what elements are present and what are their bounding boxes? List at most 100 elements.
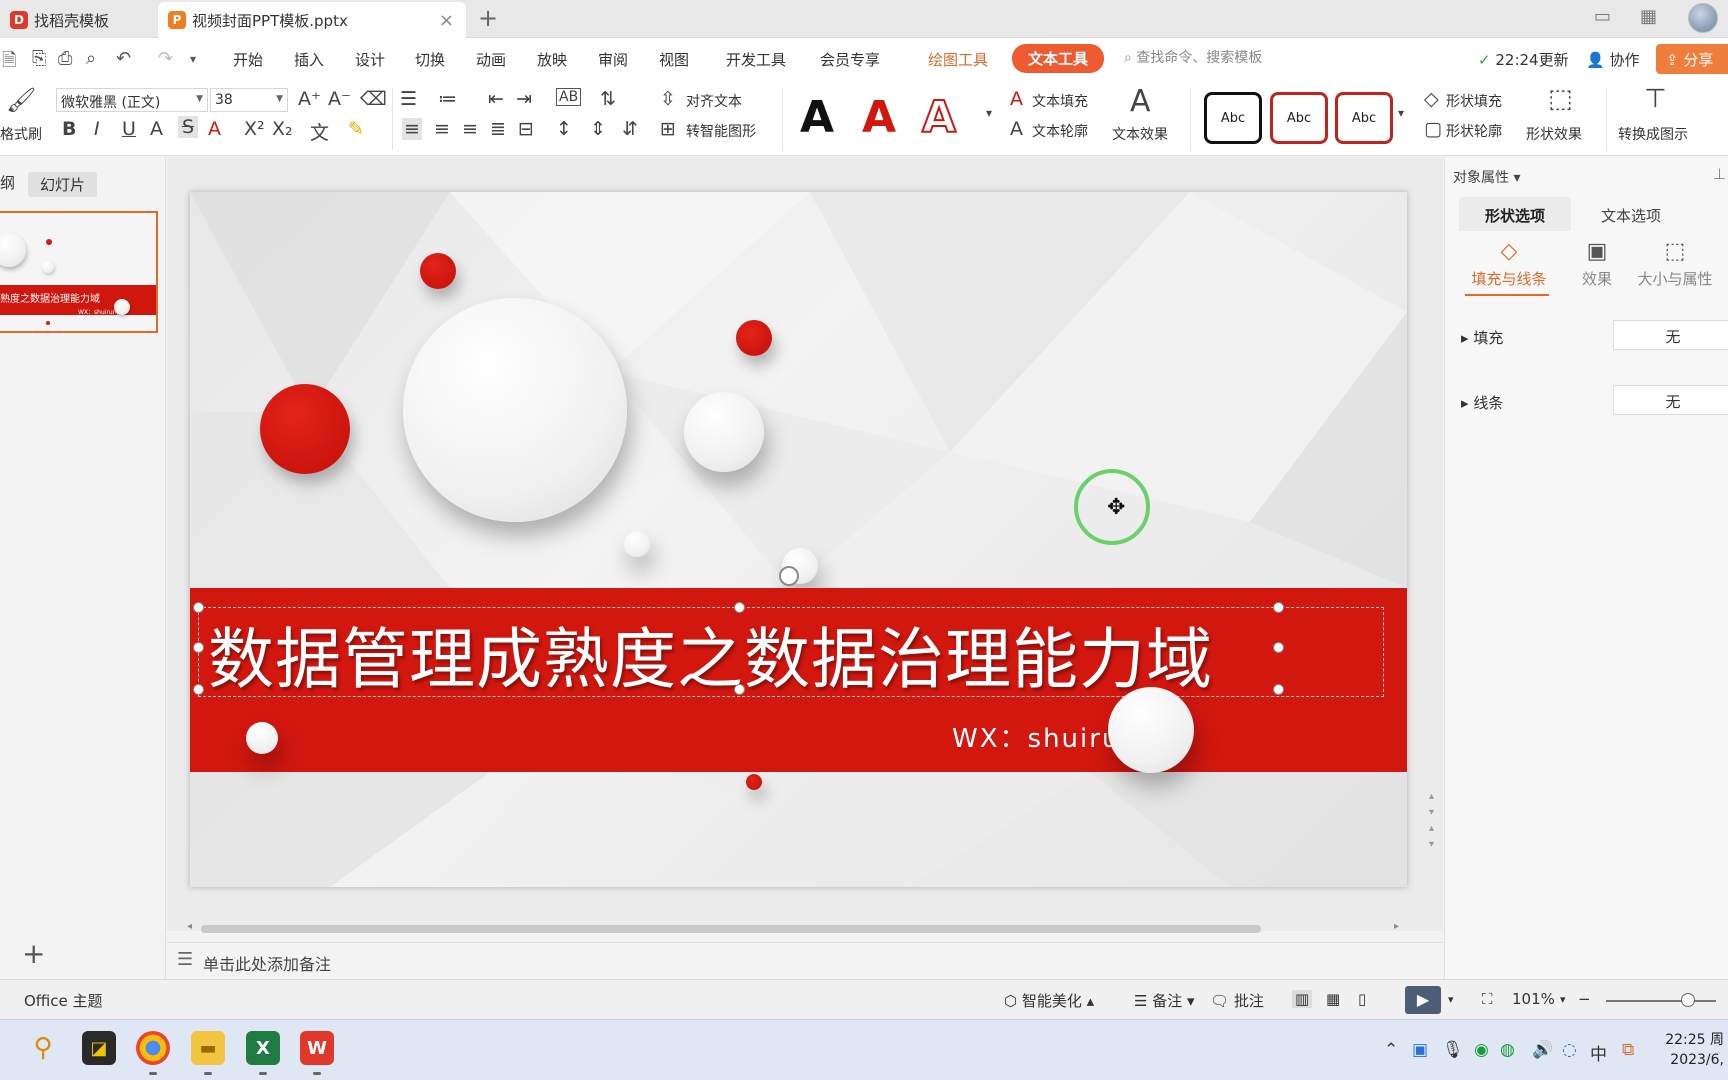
white-circle-medium[interactable] (1108, 687, 1194, 773)
vertical-scroll-arrows[interactable]: ▴ ▾ ▴ ▾ (1429, 789, 1434, 853)
new-tab-icon[interactable]: + (478, 4, 498, 32)
more-styles-icon[interactable]: ▾ (986, 106, 992, 120)
to-smart-graphic-button[interactable]: 转智能图形 (686, 121, 756, 141)
text-selection-box[interactable] (198, 607, 1384, 697)
red-circle-medium[interactable] (260, 384, 350, 474)
sync-icon[interactable]: ◉ (1474, 1040, 1489, 1060)
format-painter-label[interactable]: 格式刷 (0, 124, 42, 144)
underline-icon[interactable]: U (122, 118, 136, 140)
resize-handle[interactable] (734, 602, 745, 613)
text-effect-button[interactable]: 文本效果 (1112, 124, 1168, 144)
close-icon[interactable]: × (439, 10, 454, 31)
white-circle-medium[interactable] (684, 392, 764, 472)
meeting-icon[interactable]: ▣ (1412, 1040, 1428, 1060)
scroll-left-icon[interactable]: ◂ (187, 921, 192, 932)
phonetic-icon[interactable]: 文 (310, 118, 329, 145)
line-section-toggle[interactable]: ▸ 线条 (1461, 392, 1503, 413)
command-search[interactable]: ⌕ 查找命令、搜索模板 (1124, 47, 1354, 71)
collaborate-button[interactable]: 👤 协作 (1586, 49, 1639, 70)
zoom-slider-knob[interactable] (1681, 993, 1695, 1007)
avatar[interactable] (1688, 3, 1718, 33)
resize-handle[interactable] (193, 684, 204, 695)
superscript-icon[interactable]: X² (244, 118, 265, 140)
microphone-icon[interactable]: 🎙 (1442, 1040, 1464, 1060)
undo-icon[interactable]: ↶ (116, 48, 131, 69)
comments-toggle[interactable]: 🗨 批注 (1210, 990, 1264, 1011)
tab-text-options[interactable]: 文本选项 (1575, 197, 1687, 231)
text-direction-icon[interactable]: AB (556, 88, 582, 106)
red-dot-small[interactable] (420, 253, 456, 289)
chevron-up-icon[interactable]: ⌃ (1384, 1040, 1398, 1060)
fill-value-select[interactable]: 无 (1613, 320, 1728, 350)
normal-view-icon[interactable]: ▥ (1292, 990, 1313, 1008)
text-effect-icon[interactable]: A (1130, 84, 1151, 119)
preview-icon[interactable]: ⌕ (86, 48, 96, 69)
menu-home[interactable]: 开始 (233, 49, 263, 70)
shape-fill-icon[interactable]: ◇ (1424, 88, 1439, 110)
tab-slides[interactable]: 幻灯片 (28, 172, 98, 197)
decrease-indent-icon[interactable]: ⇤ (488, 88, 504, 110)
more-shape-styles-icon[interactable]: ▾ (1398, 106, 1404, 120)
rotate-handle-icon[interactable] (779, 566, 799, 586)
tab-current-document[interactable]: P 视频封面PPT模板.pptx × (158, 2, 466, 38)
chrome-icon[interactable] (136, 1031, 170, 1065)
convert-diagram-button[interactable]: 转换成图示 (1618, 124, 1688, 144)
tab-outline[interactable]: 纲 (0, 172, 15, 193)
shape-outline-button[interactable]: 形状轮廓 (1446, 121, 1502, 141)
strikethrough-icon[interactable]: S (178, 116, 199, 138)
zoom-slider-track[interactable] (1606, 1000, 1716, 1002)
notes-pane[interactable]: ☰ 单击此处添加备注 (167, 942, 1443, 978)
shape-effect-icon[interactable]: ⬚ (1548, 84, 1573, 114)
chevron-down-icon[interactable]: ▾ (190, 52, 196, 66)
shape-effect-button[interactable]: 形状效果 (1526, 124, 1582, 144)
zoom-level[interactable]: 101% (1512, 990, 1555, 1008)
resize-handle[interactable] (1273, 602, 1284, 613)
menu-transition[interactable]: 切换 (415, 49, 445, 70)
sort-icon[interactable]: ⇅ (600, 88, 616, 110)
wps-icon[interactable]: W (300, 1031, 334, 1065)
fill-section-toggle[interactable]: ▸ 填充 (1461, 327, 1503, 348)
sticky-notes-icon[interactable]: ◪ (82, 1031, 116, 1065)
scroll-right-icon[interactable]: ▸ (1394, 921, 1399, 932)
slide-sorter-icon[interactable]: ▦ (1326, 990, 1340, 1008)
align-text-button[interactable]: 对齐文本 (686, 91, 742, 111)
align-right-icon[interactable]: ≡ (462, 118, 478, 140)
justify-icon[interactable]: ≣ (490, 118, 506, 140)
smart-graphic-icon[interactable]: ⊞ (660, 118, 676, 140)
grow-font-icon[interactable]: A⁺ (298, 88, 321, 110)
chevron-down-icon[interactable]: ▾ (1560, 993, 1566, 1006)
slide-thumbnail-1[interactable]: 熟度之数据治理能力域 WX：shuirunjj (0, 211, 158, 333)
menu-design[interactable]: 设计 (355, 49, 385, 70)
white-circle-tiny[interactable] (624, 531, 650, 557)
menu-drawing-tools[interactable]: 绘图工具 (928, 49, 988, 70)
slide[interactable]: 数据管理成熟度之数据治理能力域 WX：shuirunjj ✥ (190, 192, 1407, 887)
line-value-select[interactable]: 无 (1613, 385, 1728, 415)
align-text-icon[interactable]: ⇳ (660, 88, 676, 110)
text-fill-icon[interactable]: A (1010, 88, 1023, 110)
notes-toggle[interactable]: ☰ 备注 ▾ (1134, 990, 1195, 1011)
menu-animation[interactable]: 动画 (476, 49, 506, 70)
reading-view-icon[interactable]: ▯ (1358, 990, 1366, 1008)
cloud-update-status[interactable]: ✓ 22:24更新 (1478, 49, 1569, 70)
resize-handle[interactable] (1273, 642, 1284, 653)
menu-text-tools[interactable]: 文本工具 (1012, 44, 1105, 73)
file-explorer-icon[interactable]: ▬ (191, 1031, 225, 1065)
columns-icon[interactable]: ⇵ (622, 118, 638, 140)
chat-icon[interactable]: ◌ (1562, 1040, 1577, 1060)
tab-daoke-templates[interactable]: D 找稻壳模板 (0, 2, 152, 38)
white-circle-small[interactable] (246, 722, 278, 754)
shape-style-1[interactable]: Abc (1204, 92, 1262, 144)
text-outline-button[interactable]: 文本轮廓 (1032, 121, 1088, 141)
share-button[interactable]: ⇪ 分享 (1656, 44, 1728, 74)
text-outline-icon[interactable]: A (1010, 118, 1023, 140)
pane-title[interactable]: 对象属性 ▾ (1453, 167, 1520, 187)
convert-diagram-icon[interactable]: ⊤ (1644, 84, 1667, 114)
font-size-select[interactable]: 38 ▼ (210, 88, 288, 112)
menu-view[interactable]: 视图 (659, 49, 689, 70)
tab-shape-options[interactable]: 形状选项 (1459, 197, 1571, 231)
save-icon[interactable]: 🗎 (2, 48, 16, 78)
resize-handle[interactable] (1273, 684, 1284, 695)
menu-insert[interactable]: 插入 (294, 49, 324, 70)
shape-outline-icon[interactable]: ▢ (1424, 118, 1442, 140)
line-spacing-icon[interactable]: ↕ (556, 118, 572, 140)
